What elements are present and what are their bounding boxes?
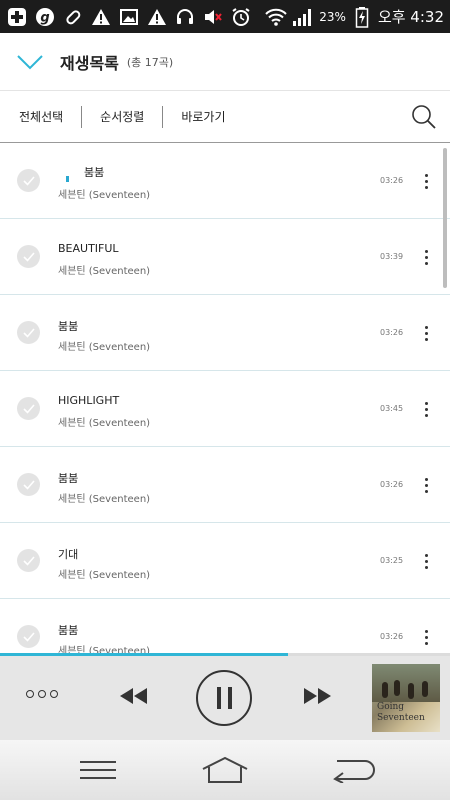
checkbox[interactable] — [17, 473, 40, 496]
chevron-down-icon[interactable] — [0, 33, 60, 91]
album-figure — [382, 682, 388, 698]
shortcut-button[interactable]: 바로가기 — [163, 105, 243, 129]
checkbox[interactable] — [17, 397, 40, 420]
track-duration: 03:26 — [380, 328, 404, 337]
next-track-button[interactable] — [301, 685, 333, 711]
track-artist: 세븐틴 (Seventeen) — [58, 646, 151, 653]
track-duration: 03:25 — [380, 556, 404, 565]
track-title: 붐붐 — [58, 320, 79, 333]
album-art[interactable]: Going Seventeen — [372, 664, 440, 732]
battery-charging-icon — [351, 6, 373, 28]
alarm-icon — [230, 6, 252, 28]
list-item[interactable]: 기대 세븐틴 (Seventeen) 03:25 — [0, 523, 450, 599]
track-artist: 세븐틴 (Seventeen) — [58, 342, 151, 353]
signal-icon — [292, 6, 314, 28]
select-all-button[interactable]: 전체선택 — [0, 105, 81, 129]
track-duration: 03:26 — [380, 480, 404, 489]
more-options-icon[interactable] — [416, 243, 436, 271]
track-list[interactable]: 붐붐 세븐틴 (Seventeen) 03:26 BEAUTIFUL 세븐틴 (… — [0, 143, 450, 653]
track-count: (총 17곡) — [126, 55, 174, 69]
image-icon — [118, 6, 140, 28]
album-figure — [422, 681, 428, 697]
svg-text:g: g — [40, 10, 49, 25]
pause-button[interactable] — [196, 670, 252, 726]
checkbox[interactable] — [17, 245, 40, 268]
track-artist: 세븐틴 (Seventeen) — [58, 266, 151, 277]
track-title: 붐붐 — [58, 472, 79, 485]
mini-player: Going Seventeen — [0, 656, 450, 740]
more-options-icon[interactable] — [416, 547, 436, 575]
menu-icon[interactable] — [78, 759, 118, 785]
album-title-line1: Going — [377, 702, 405, 712]
navigation-bar — [0, 740, 450, 800]
album-figure — [408, 683, 414, 699]
track-title: BEAUTIFUL — [58, 242, 119, 255]
list-item[interactable]: HIGHLIGHT 세븐틴 (Seventeen) 03:45 — [0, 371, 450, 447]
headset-icon — [174, 6, 196, 28]
checkbox[interactable] — [17, 549, 40, 572]
warning-icon — [90, 6, 112, 28]
checkbox[interactable] — [17, 321, 40, 344]
track-duration: 03:26 — [380, 632, 404, 641]
more-options-icon[interactable] — [416, 319, 436, 347]
track-artist: 세븐틴 (Seventeen) — [58, 190, 151, 201]
track-artist: 세븐틴 (Seventeen) — [58, 418, 151, 429]
g-icon: g — [34, 6, 56, 28]
playlist-header: 재생목록 (총 17곡) — [0, 33, 450, 91]
list-item[interactable]: 붐붐 세븐틴 (Seventeen) 03:26 — [0, 295, 450, 371]
clock: 오후 4:32 — [377, 8, 444, 26]
checkbox[interactable] — [17, 169, 40, 192]
track-title: 기대 — [58, 548, 79, 561]
list-item[interactable]: BEAUTIFUL 세븐틴 (Seventeen) 03:39 — [0, 219, 450, 295]
list-item[interactable]: 붐붐 세븐틴 (Seventeen) 03:26 — [0, 599, 450, 653]
scrollbar[interactable] — [443, 148, 447, 288]
album-title-line2: Seventeen — [377, 713, 425, 723]
back-icon[interactable] — [329, 757, 375, 787]
wifi-icon — [265, 6, 287, 28]
more-options-icon[interactable] — [416, 623, 436, 651]
toolbar: 전체선택 순서정렬 바로가기 — [0, 91, 450, 143]
status-bar: g 23% 오후 4:32 — [0, 0, 450, 33]
plus-icon — [6, 6, 28, 28]
track-duration: 03:45 — [380, 404, 404, 413]
battery-percent: 23% — [319, 9, 346, 24]
track-title: 붐붐 — [58, 624, 79, 637]
more-options-icon[interactable] — [416, 471, 436, 499]
pill-icon — [62, 6, 84, 28]
album-figure — [394, 680, 400, 696]
now-playing-indicator — [66, 176, 69, 182]
page-title: 재생목록 — [60, 53, 119, 73]
warning-icon — [146, 6, 168, 28]
home-icon[interactable] — [200, 756, 250, 788]
checkbox[interactable] — [17, 625, 40, 648]
track-artist: 세븐틴 (Seventeen) — [58, 570, 151, 581]
player-more-button[interactable] — [26, 690, 58, 698]
track-duration: 03:39 — [380, 252, 404, 261]
track-duration: 03:26 — [380, 176, 404, 185]
more-options-icon[interactable] — [416, 167, 436, 195]
track-title: HIGHLIGHT — [58, 394, 120, 407]
track-artist: 세븐틴 (Seventeen) — [58, 494, 151, 505]
list-item[interactable]: 붐붐 세븐틴 (Seventeen) 03:26 — [0, 447, 450, 523]
more-options-icon[interactable] — [416, 395, 436, 423]
volume-mute-icon — [202, 6, 224, 28]
album-title: Going Seventeen — [377, 702, 425, 724]
previous-track-button[interactable] — [118, 685, 150, 711]
track-title: 붐붐 — [84, 166, 105, 179]
sort-button[interactable]: 순서정렬 — [82, 105, 162, 129]
search-icon[interactable] — [398, 91, 450, 143]
